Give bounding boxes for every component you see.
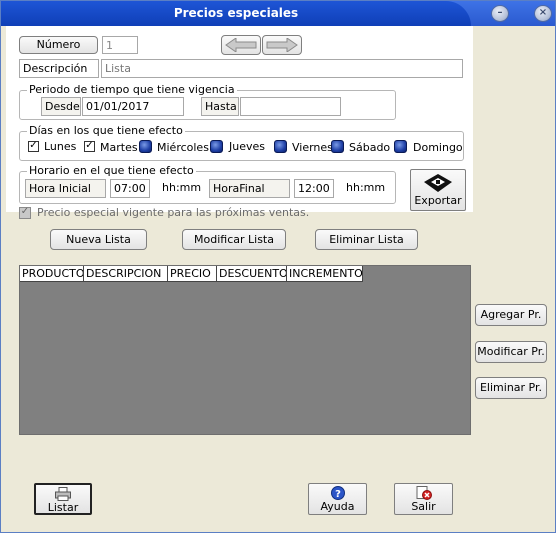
diskette-icon xyxy=(424,174,452,192)
dias-legend: Días en los que tiene efecto xyxy=(27,124,185,137)
numero-button[interactable]: Número xyxy=(19,36,98,54)
column-header-producto[interactable]: PRODUCTO xyxy=(20,266,84,282)
martes-checkbox[interactable]: ✓ xyxy=(84,141,95,152)
miercoles-toggle[interactable] xyxy=(139,140,152,153)
column-header-incremento[interactable]: INCREMENTO xyxy=(287,266,363,282)
viernes-label: Viernes xyxy=(292,141,333,154)
ayuda-label: Ayuda xyxy=(320,500,355,513)
ayuda-button[interactable]: ? Ayuda xyxy=(308,483,367,515)
descripcion-label: Descripción xyxy=(19,59,99,78)
hasta-field[interactable] xyxy=(240,97,341,116)
hora-final-label: HoraFinal xyxy=(209,179,290,198)
hora-final-unit: hh:mm xyxy=(346,181,386,194)
jueves-label: Jueves xyxy=(229,140,265,153)
hora-inicial-label: Hora Inicial xyxy=(25,179,106,198)
modificar-lista-button[interactable]: Modificar Lista xyxy=(182,229,286,250)
domingo-label: Domingo xyxy=(413,141,463,154)
minimize-button[interactable]: – xyxy=(491,5,509,22)
arrow-right-icon xyxy=(266,38,298,52)
hora-inicial-field[interactable]: 07:00 xyxy=(110,179,150,198)
listar-label: Listar xyxy=(47,501,79,514)
previous-arrow-button[interactable] xyxy=(221,35,261,55)
exportar-label: Exportar xyxy=(414,194,462,207)
next-arrow-button[interactable] xyxy=(262,35,302,55)
martes-label: Martes xyxy=(100,141,138,154)
sabado-toggle[interactable] xyxy=(331,140,344,153)
salir-button[interactable]: Salir xyxy=(394,483,453,515)
products-table[interactable]: PRODUCTO DESCRIPCION PRECIO DESCUENTO IN… xyxy=(19,265,471,435)
numero-field[interactable]: 1 xyxy=(102,36,138,54)
viernes-toggle[interactable] xyxy=(274,140,287,153)
vigente-checkbox[interactable]: ✓ xyxy=(19,207,31,219)
hasta-label: Hasta xyxy=(201,97,239,116)
column-header-descuento[interactable]: DESCUENTO xyxy=(217,266,287,282)
modificar-producto-button[interactable]: Modificar Pr. xyxy=(475,341,547,363)
jueves-toggle[interactable] xyxy=(210,140,223,153)
horario-legend: Horario en el que tiene efecto xyxy=(27,164,196,177)
agregar-producto-button[interactable]: Agregar Pr. xyxy=(475,304,547,326)
lunes-label: Lunes xyxy=(44,140,77,153)
arrow-left-icon xyxy=(225,38,257,52)
desde-label: Desde xyxy=(41,97,81,116)
hora-inicial-unit: hh:mm xyxy=(162,181,202,194)
vigente-label: Precio especial vigente para las próxima… xyxy=(37,206,310,219)
nueva-lista-button[interactable]: Nueva Lista xyxy=(50,229,147,250)
help-icon: ? xyxy=(330,486,345,500)
vigencia-legend: Periodo de tiempo que tiene vigencia xyxy=(27,83,237,96)
descripcion-field[interactable]: Lista xyxy=(101,59,463,78)
domingo-toggle[interactable] xyxy=(394,140,407,153)
exportar-button[interactable]: Exportar xyxy=(410,169,466,211)
miercoles-label: Miércoles xyxy=(157,141,209,154)
close-button[interactable]: × xyxy=(534,5,552,22)
exit-icon xyxy=(416,486,432,500)
printer-icon xyxy=(55,487,71,501)
column-header-descripcion[interactable]: DESCRIPCION xyxy=(84,266,168,282)
hora-final-field[interactable]: 12:00 xyxy=(294,179,334,198)
window-title: Precios especiales xyxy=(173,6,299,20)
column-header-precio[interactable]: PRECIO xyxy=(168,266,217,282)
salir-label: Salir xyxy=(411,500,436,513)
eliminar-lista-button[interactable]: Eliminar Lista xyxy=(315,229,418,250)
listar-button[interactable]: Listar xyxy=(34,483,92,515)
desde-field[interactable]: 01/01/2017 xyxy=(82,97,184,116)
eliminar-producto-button[interactable]: Eliminar Pr. xyxy=(475,377,547,399)
window: Precios especiales – × Número 1 Descripc… xyxy=(0,0,556,533)
title-bar: Precios especiales – × xyxy=(1,1,555,26)
lunes-checkbox[interactable]: ✓ xyxy=(28,141,39,152)
svg-text:?: ? xyxy=(335,489,341,500)
sabado-label: Sábado xyxy=(349,141,391,154)
